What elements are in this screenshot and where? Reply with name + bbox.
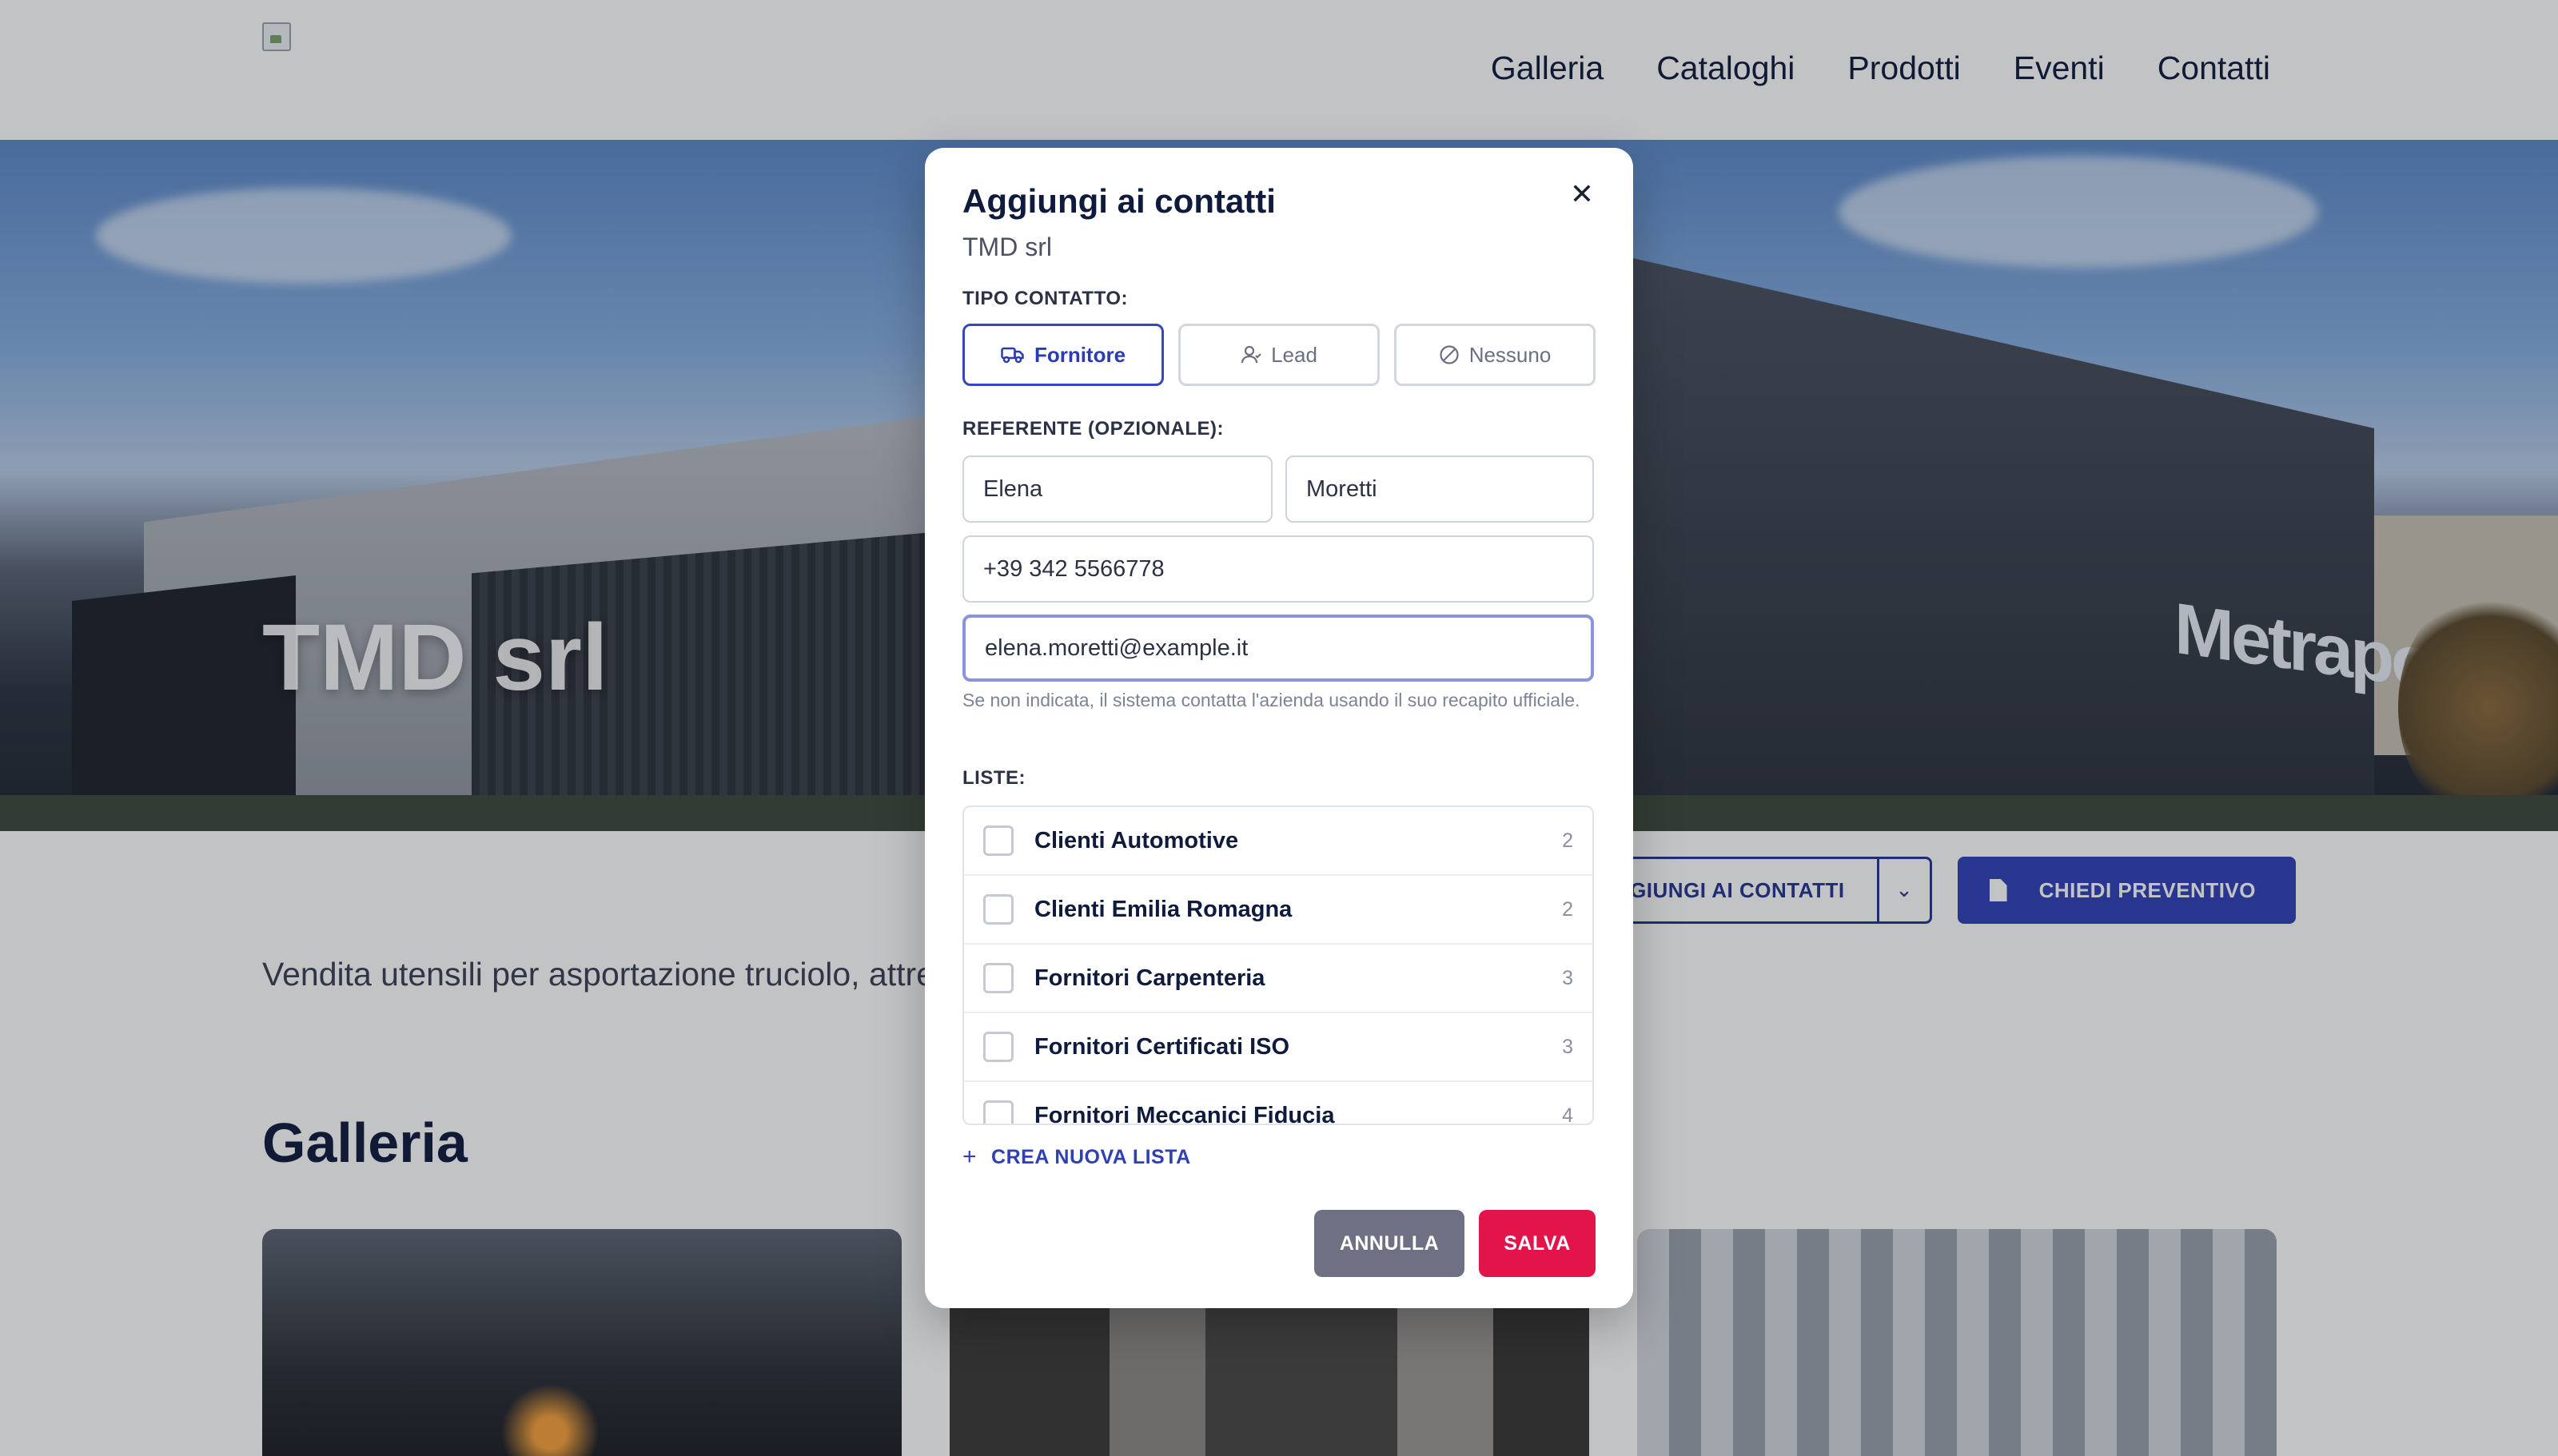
email-field[interactable]: elena.moretti@example.it — [962, 615, 1594, 682]
truck-icon — [1001, 346, 1025, 364]
first-name-field[interactable]: Elena — [962, 455, 1273, 523]
list-name: Clienti Emilia Romagna — [1034, 896, 1293, 922]
list-checkbox[interactable] — [983, 963, 1014, 993]
create-new-list-label: CREA NUOVA LISTA — [991, 1145, 1191, 1168]
contact-type-selector: Fornitore Lead Nessuno — [962, 324, 1596, 386]
last-name-field[interactable]: Moretti — [1285, 455, 1594, 523]
list-name: Clienti Automotive — [1034, 827, 1239, 853]
list-checkbox[interactable] — [983, 825, 1014, 856]
list-name: Fornitori Certificati ISO — [1034, 1033, 1290, 1060]
close-icon[interactable]: ✕ — [1566, 178, 1598, 211]
list-count: 2 — [1562, 897, 1573, 921]
list-item[interactable]: Fornitori Carpenteria 3 — [964, 945, 1592, 1013]
modal-subtitle: TMD srl — [962, 233, 1052, 261]
create-new-list-link[interactable]: + CREA NUOVA LISTA — [962, 1144, 1191, 1171]
user-icon — [1241, 344, 1261, 365]
ban-icon — [1439, 344, 1460, 365]
plus-icon: + — [962, 1144, 978, 1170]
modal-title: Aggiungi ai contatti — [962, 182, 1276, 220]
list-item[interactable]: Clienti Emilia Romagna 2 — [964, 876, 1592, 945]
contact-type-fornitore[interactable]: Fornitore — [962, 324, 1164, 386]
list-checkbox[interactable] — [983, 894, 1014, 925]
list-item[interactable]: Clienti Automotive 2 — [964, 807, 1592, 876]
save-button[interactable]: SALVA — [1479, 1210, 1596, 1277]
phone-field[interactable]: +39 342 5566778 — [962, 535, 1594, 603]
lists-label: LISTE: — [962, 767, 1026, 789]
list-checkbox[interactable] — [983, 1032, 1014, 1062]
email-hint: Se non indicata, il sistema contatta l'a… — [962, 690, 1580, 710]
list-name: Fornitori Meccanici Fiducia — [1034, 1102, 1335, 1125]
list-count: 3 — [1562, 966, 1573, 989]
list-count: 3 — [1562, 1035, 1573, 1058]
modal-footer: ANNULLA SALVA — [1314, 1210, 1596, 1277]
contact-type-label: TIPO CONTATTO: — [962, 288, 1128, 309]
contact-type-lead[interactable]: Lead — [1178, 324, 1380, 386]
contact-type-label-fornitore: Fornitore — [1034, 342, 1126, 367]
add-to-contacts-modal: Aggiungi ai contatti TMD srl ✕ TIPO CONT… — [925, 148, 1633, 1308]
contact-type-nessuno[interactable]: Nessuno — [1394, 324, 1596, 386]
list-item[interactable]: Fornitori Certificati ISO 3 — [964, 1013, 1592, 1082]
contact-type-label-lead: Lead — [1271, 342, 1317, 367]
list-count: 4 — [1562, 1104, 1573, 1125]
contact-type-label-nessuno: Nessuno — [1468, 342, 1552, 367]
referent-label: REFERENTE (OPZIONALE): — [962, 418, 1224, 440]
list-count: 2 — [1562, 829, 1573, 852]
list-name: Fornitori Carpenteria — [1034, 965, 1265, 991]
list-item[interactable]: Fornitori Meccanici Fiducia 4 — [964, 1082, 1592, 1125]
list-checkbox[interactable] — [983, 1100, 1014, 1124]
lists-scroll-container[interactable]: Clienti Automotive 2 Clienti Emilia Roma… — [962, 806, 1594, 1125]
cancel-button[interactable]: ANNULLA — [1314, 1210, 1464, 1277]
